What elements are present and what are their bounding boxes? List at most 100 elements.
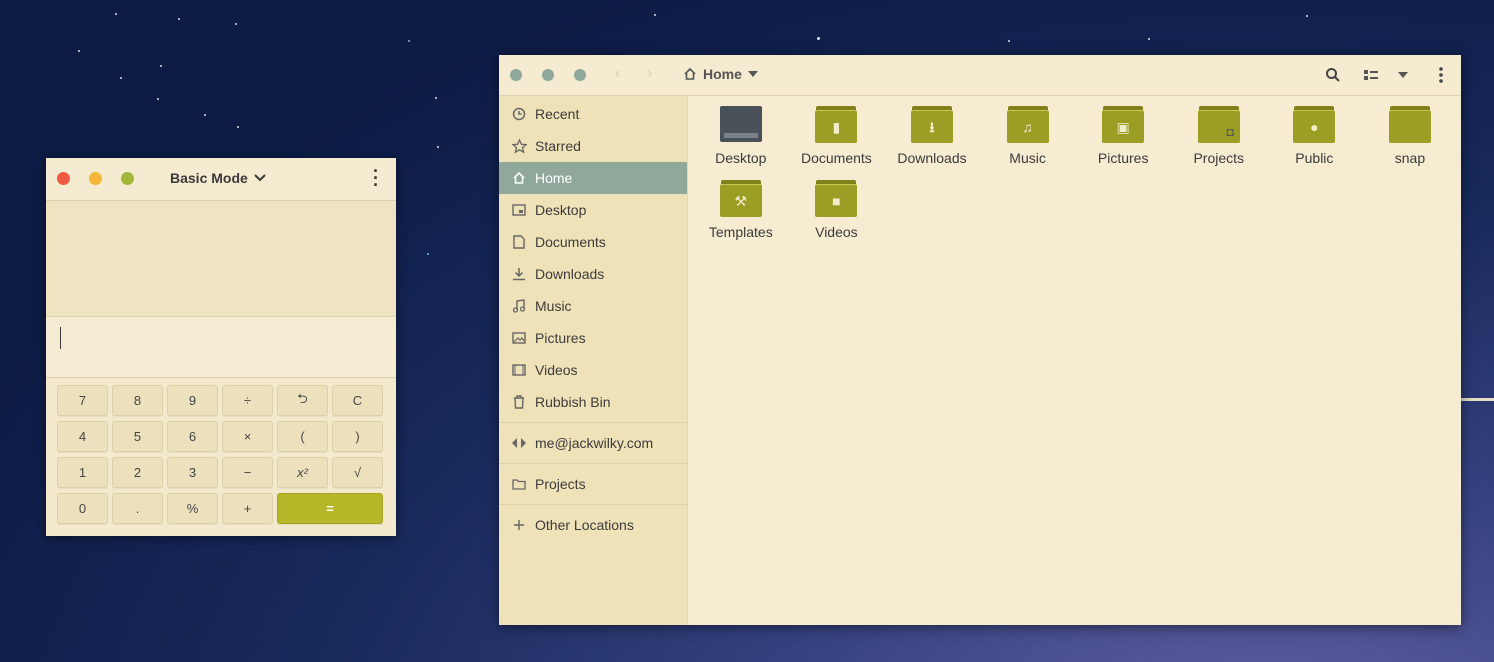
sidebar-item-music[interactable]: Music (499, 290, 687, 322)
key-0[interactable]: 0 (57, 493, 108, 524)
folder-icon (511, 476, 527, 492)
key-3[interactable]: 3 (167, 457, 218, 488)
key-7[interactable]: 7 (57, 385, 108, 416)
sidebar-separator (499, 463, 687, 464)
equals-button[interactable]: = (277, 493, 383, 524)
places-sidebar: Recent Starred Home Desktop Documents Do… (499, 96, 688, 625)
network-icon (511, 435, 527, 451)
download-icon (511, 266, 527, 282)
key-5[interactable]: 5 (112, 421, 163, 452)
key-multiply[interactable]: × (222, 421, 273, 452)
clear-button[interactable]: C (332, 385, 383, 416)
key-square[interactable]: x² (277, 457, 328, 488)
sidebar-item-rubbish-bin[interactable]: Rubbish Bin (499, 386, 687, 418)
maximize-button[interactable] (121, 172, 134, 185)
sidebar-item-downloads[interactable]: Downloads (499, 258, 687, 290)
home-icon (684, 67, 696, 80)
key-divide[interactable]: ÷ (222, 385, 273, 416)
key-sqrt[interactable]: √ (332, 457, 383, 488)
maximize-button[interactable] (574, 69, 586, 81)
star (115, 13, 117, 15)
public-folder-icon: ● (1293, 106, 1336, 143)
file-item-projects[interactable]: ◘ Projects (1171, 102, 1267, 176)
search-icon[interactable] (1322, 64, 1344, 86)
key-close-paren[interactable]: ) (332, 421, 383, 452)
star (1306, 15, 1308, 17)
key-9[interactable]: 9 (167, 385, 218, 416)
sidebar-item-recent[interactable]: Recent (499, 98, 687, 130)
close-button[interactable] (57, 172, 70, 185)
plus-icon (511, 517, 527, 533)
trash-icon (511, 394, 527, 410)
file-label: Public (1295, 150, 1334, 166)
music-icon (511, 298, 527, 314)
documents-folder-icon: ▮ (815, 106, 858, 143)
key-1[interactable]: 1 (57, 457, 108, 488)
star (120, 77, 122, 79)
sidebar-item-desktop[interactable]: Desktop (499, 194, 687, 226)
key-subtract[interactable]: − (222, 457, 273, 488)
sidebar-item-videos[interactable]: Videos (499, 354, 687, 386)
video-icon (511, 362, 527, 378)
file-label: Desktop (715, 150, 767, 166)
key-6[interactable]: 6 (167, 421, 218, 452)
chevron-down-icon (254, 174, 266, 182)
sidebar-item-label: Pictures (535, 330, 586, 346)
text-caret (60, 327, 61, 349)
key-8[interactable]: 8 (112, 385, 163, 416)
file-label: Pictures (1097, 150, 1149, 166)
key-4[interactable]: 4 (57, 421, 108, 452)
file-label: Downloads (897, 150, 967, 166)
sidebar-item-documents[interactable]: Documents (499, 226, 687, 258)
sidebar-item-home[interactable]: Home (499, 162, 687, 194)
equation-input[interactable] (46, 317, 396, 378)
sidebar-item-label: Other Locations (535, 517, 634, 533)
sidebar-separator (499, 504, 687, 505)
templates-folder-icon: ⚒ (719, 180, 762, 217)
mode-selector[interactable]: Basic Mode (170, 170, 266, 186)
mode-label: Basic Mode (170, 170, 248, 186)
forward-icon[interactable]: › (647, 65, 652, 83)
sidebar-item-label: Starred (535, 138, 581, 154)
sidebar-item-label: Downloads (535, 266, 605, 282)
file-item-downloads[interactable]: ⭳ Downloads (884, 102, 980, 176)
location-bar[interactable]: Home (683, 66, 758, 82)
key-add[interactable]: + (222, 493, 273, 524)
sidebar-item-label: Videos (535, 362, 578, 378)
back-icon[interactable]: ‹ (615, 65, 620, 83)
star (408, 40, 410, 42)
close-button[interactable] (510, 69, 522, 81)
undo-button[interactable]: ⮌ (277, 385, 328, 416)
minimize-button[interactable] (89, 172, 102, 185)
desktop-icon (511, 202, 527, 218)
key-decimal[interactable]: . (112, 493, 163, 524)
file-item-snap[interactable]: snap (1362, 102, 1458, 176)
view-list-icon[interactable] (1360, 64, 1382, 86)
sidebar-item-network-account[interactable]: me@jackwilky.com (499, 427, 687, 459)
file-item-videos[interactable]: ■ Videos (789, 176, 885, 250)
file-item-music[interactable]: ♫ Music (980, 102, 1076, 176)
clock-icon (511, 106, 527, 122)
file-item-public[interactable]: ● Public (1267, 102, 1363, 176)
sidebar-separator (499, 422, 687, 423)
file-label: Music (1009, 150, 1046, 166)
file-item-documents[interactable]: ▮ Documents (789, 102, 885, 176)
key-2[interactable]: 2 (112, 457, 163, 488)
minimize-button[interactable] (542, 69, 554, 81)
menu-icon[interactable]: · · · (368, 162, 384, 194)
sidebar-item-pictures[interactable]: Pictures (499, 322, 687, 354)
files-window: ‹ › Home Recent Starred Home Desktop Doc… (499, 55, 1461, 625)
file-item-pictures[interactable]: ▣ Pictures (1075, 102, 1171, 176)
key-percent[interactable]: % (167, 493, 218, 524)
sidebar-item-starred[interactable]: Starred (499, 130, 687, 162)
menu-icon[interactable] (1430, 64, 1452, 86)
sidebar-item-label: Projects (535, 476, 586, 492)
sidebar-item-projects[interactable]: Projects (499, 468, 687, 500)
view-options-icon[interactable] (1392, 64, 1414, 86)
files-headerbar: ‹ › Home (499, 55, 1461, 96)
file-item-templates[interactable]: ⚒ Templates (693, 176, 789, 250)
file-item-desktop[interactable]: Desktop (693, 102, 789, 176)
background-window-edge (1461, 398, 1494, 401)
sidebar-item-other-locations[interactable]: Other Locations (499, 509, 687, 541)
key-open-paren[interactable]: ( (277, 421, 328, 452)
